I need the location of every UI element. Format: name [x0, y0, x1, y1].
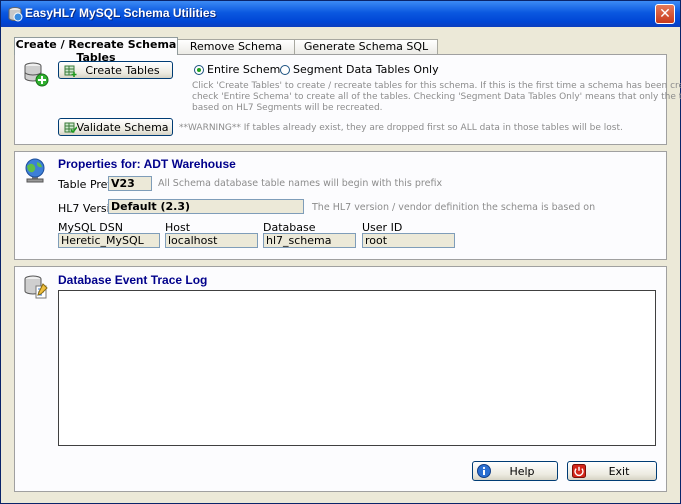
table-prefix-field[interactable]: V23 — [108, 176, 152, 191]
validate-schema-button[interactable]: Validate Schema — [58, 118, 173, 136]
help-button[interactable]: Help — [472, 461, 558, 481]
database-field[interactable]: hl7_schema — [263, 233, 356, 248]
button-label: Help — [509, 465, 535, 478]
table-prefix-hint: All Schema database table names will beg… — [158, 178, 443, 189]
event-log-heading: Database Event Trace Log — [58, 273, 208, 287]
title-bar[interactable]: EasyHL7 MySQL Schema Utilities ✕ — [1, 1, 680, 27]
button-label: Create Tables — [85, 64, 160, 77]
database-add-icon — [24, 62, 49, 87]
main-window: EasyHL7 MySQL Schema Utilities ✕ Create … — [0, 0, 681, 504]
close-icon: ✕ — [659, 6, 671, 22]
window-title: EasyHL7 MySQL Schema Utilities — [25, 6, 217, 20]
properties-heading: Properties for: ADT Warehouse — [58, 157, 236, 171]
close-button[interactable]: ✕ — [655, 4, 675, 24]
app-icon — [8, 7, 23, 22]
tab-generate-sql-scripts[interactable]: Generate Schema SQL Scripts — [294, 39, 438, 66]
create-info-line-2: check 'Entire Schema' to create all of t… — [192, 92, 681, 102]
exit-button[interactable]: Exit — [567, 461, 657, 481]
event-log-textarea[interactable] — [58, 290, 656, 446]
button-label: Validate Schema — [76, 121, 169, 134]
user-id-field[interactable]: root — [362, 233, 455, 248]
event-log-panel: Database Event Trace Log Help Exit — [14, 266, 667, 492]
button-label: Exit — [608, 465, 630, 478]
hl7-version-field[interactable]: Default (2.3) — [108, 199, 304, 214]
database-log-icon — [24, 275, 48, 299]
radio-segment-data-tables[interactable] — [280, 65, 290, 75]
radio-entire-schema[interactable] — [194, 65, 204, 75]
create-tables-panel: Create Tables Validate Schema Entire Sch… — [14, 54, 681, 145]
create-info-line-1: Click 'Create Tables' to create / recrea… — [192, 81, 681, 91]
hl7-version-hint: The HL7 version / vendor definition the … — [312, 202, 596, 213]
properties-panel: Properties for: ADT Warehouse Table Pref… — [14, 151, 667, 260]
globe-server-icon — [25, 158, 45, 183]
drop-tables-warning: **WARNING** If tables already exist, the… — [179, 123, 623, 133]
radio-entire-schema-label[interactable]: Entire Schema — [207, 63, 287, 76]
tab-remove-schema-tables[interactable]: Remove Schema Tables — [177, 39, 295, 66]
tab-create-schema-tables[interactable]: Create / Recreate Schema Tables — [14, 37, 178, 64]
mysql-dsn-field[interactable]: Heretic_MySQL — [58, 233, 160, 248]
radio-segment-data-tables-label[interactable]: Segment Data Tables Only — [293, 63, 439, 76]
create-info-line-3: based on HL7 Segments will be recreated. — [192, 103, 383, 113]
host-field[interactable]: localhost — [165, 233, 258, 248]
